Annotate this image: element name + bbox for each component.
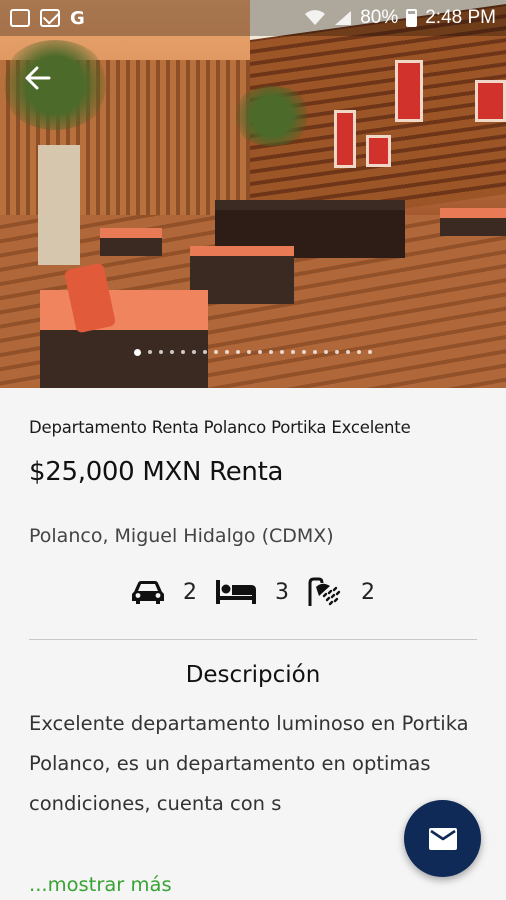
pagination-dot[interactable] [280,350,284,354]
divider [29,639,477,640]
pagination-dot[interactable] [302,350,306,354]
pagination-dot[interactable] [203,350,207,354]
status-bar: G 80% 2:48 PM [0,0,506,36]
gmail-icon [40,9,60,27]
pagination-dot[interactable] [335,350,339,354]
pagination-dot[interactable] [258,350,262,354]
feature-row: 2 3 2 [29,577,477,607]
pagination-dot[interactable] [357,350,361,354]
parking-count: 2 [183,579,197,605]
listing-price: $25,000 MXN Renta [29,457,284,487]
photo-pillar [38,145,80,265]
car-icon [132,581,164,604]
bedrooms-feature: 3 [215,579,289,605]
pagination-dot[interactable] [225,350,229,354]
photo-chair [40,290,208,388]
back-arrow-icon [25,66,51,90]
show-more-link[interactable]: ...mostrar más [29,873,172,896]
photo-ottoman [100,228,162,256]
photo-art [334,110,356,168]
back-button[interactable] [18,58,58,98]
photo-bench [440,208,506,236]
image-icon [10,9,30,27]
contact-email-button[interactable] [404,800,481,877]
parking-feature: 2 [131,579,197,605]
gallery-pagination [0,349,506,356]
photo-plant [232,86,312,146]
listing-location: Polanco, Miguel Hidalgo (CDMX) [29,525,334,547]
bathrooms-feature: 2 [307,577,375,607]
battery-icon [406,9,418,27]
battery-percent: 80% [360,7,399,28]
pagination-dot[interactable] [324,350,328,354]
pagination-dot[interactable] [192,350,196,354]
shower-icon [308,577,341,606]
description-text: Excelente departamento luminoso en Porti… [29,712,469,815]
listing-title: Departamento Renta Polanco Portika Excel… [29,418,411,437]
pagination-dot[interactable] [346,350,350,354]
pagination-dot[interactable] [247,350,251,354]
bed-icon [216,580,256,604]
pagination-dot[interactable] [148,350,152,354]
google-icon: G [70,7,85,29]
description-heading: Descripción [185,662,321,688]
pagination-dot[interactable] [181,350,185,354]
photo-art [366,135,391,167]
pagination-dot[interactable] [368,350,372,354]
property-photo[interactable] [0,0,506,388]
pagination-dot-active[interactable] [134,349,141,356]
pagination-dot[interactable] [291,350,295,354]
bathrooms-count: 2 [361,579,375,605]
pagination-dot[interactable] [236,350,240,354]
signal-icon [335,11,352,25]
pagination-dot[interactable] [159,350,163,354]
pagination-dot[interactable] [313,350,317,354]
bedrooms-count: 3 [275,579,289,605]
pagination-dot[interactable] [170,350,174,354]
photo-art [475,80,506,122]
pagination-dot[interactable] [214,350,218,354]
wifi-icon [305,10,326,25]
clock: 2:48 PM [425,7,496,28]
photo-art [395,60,423,122]
pagination-dot[interactable] [269,350,273,354]
mail-icon [428,827,457,850]
